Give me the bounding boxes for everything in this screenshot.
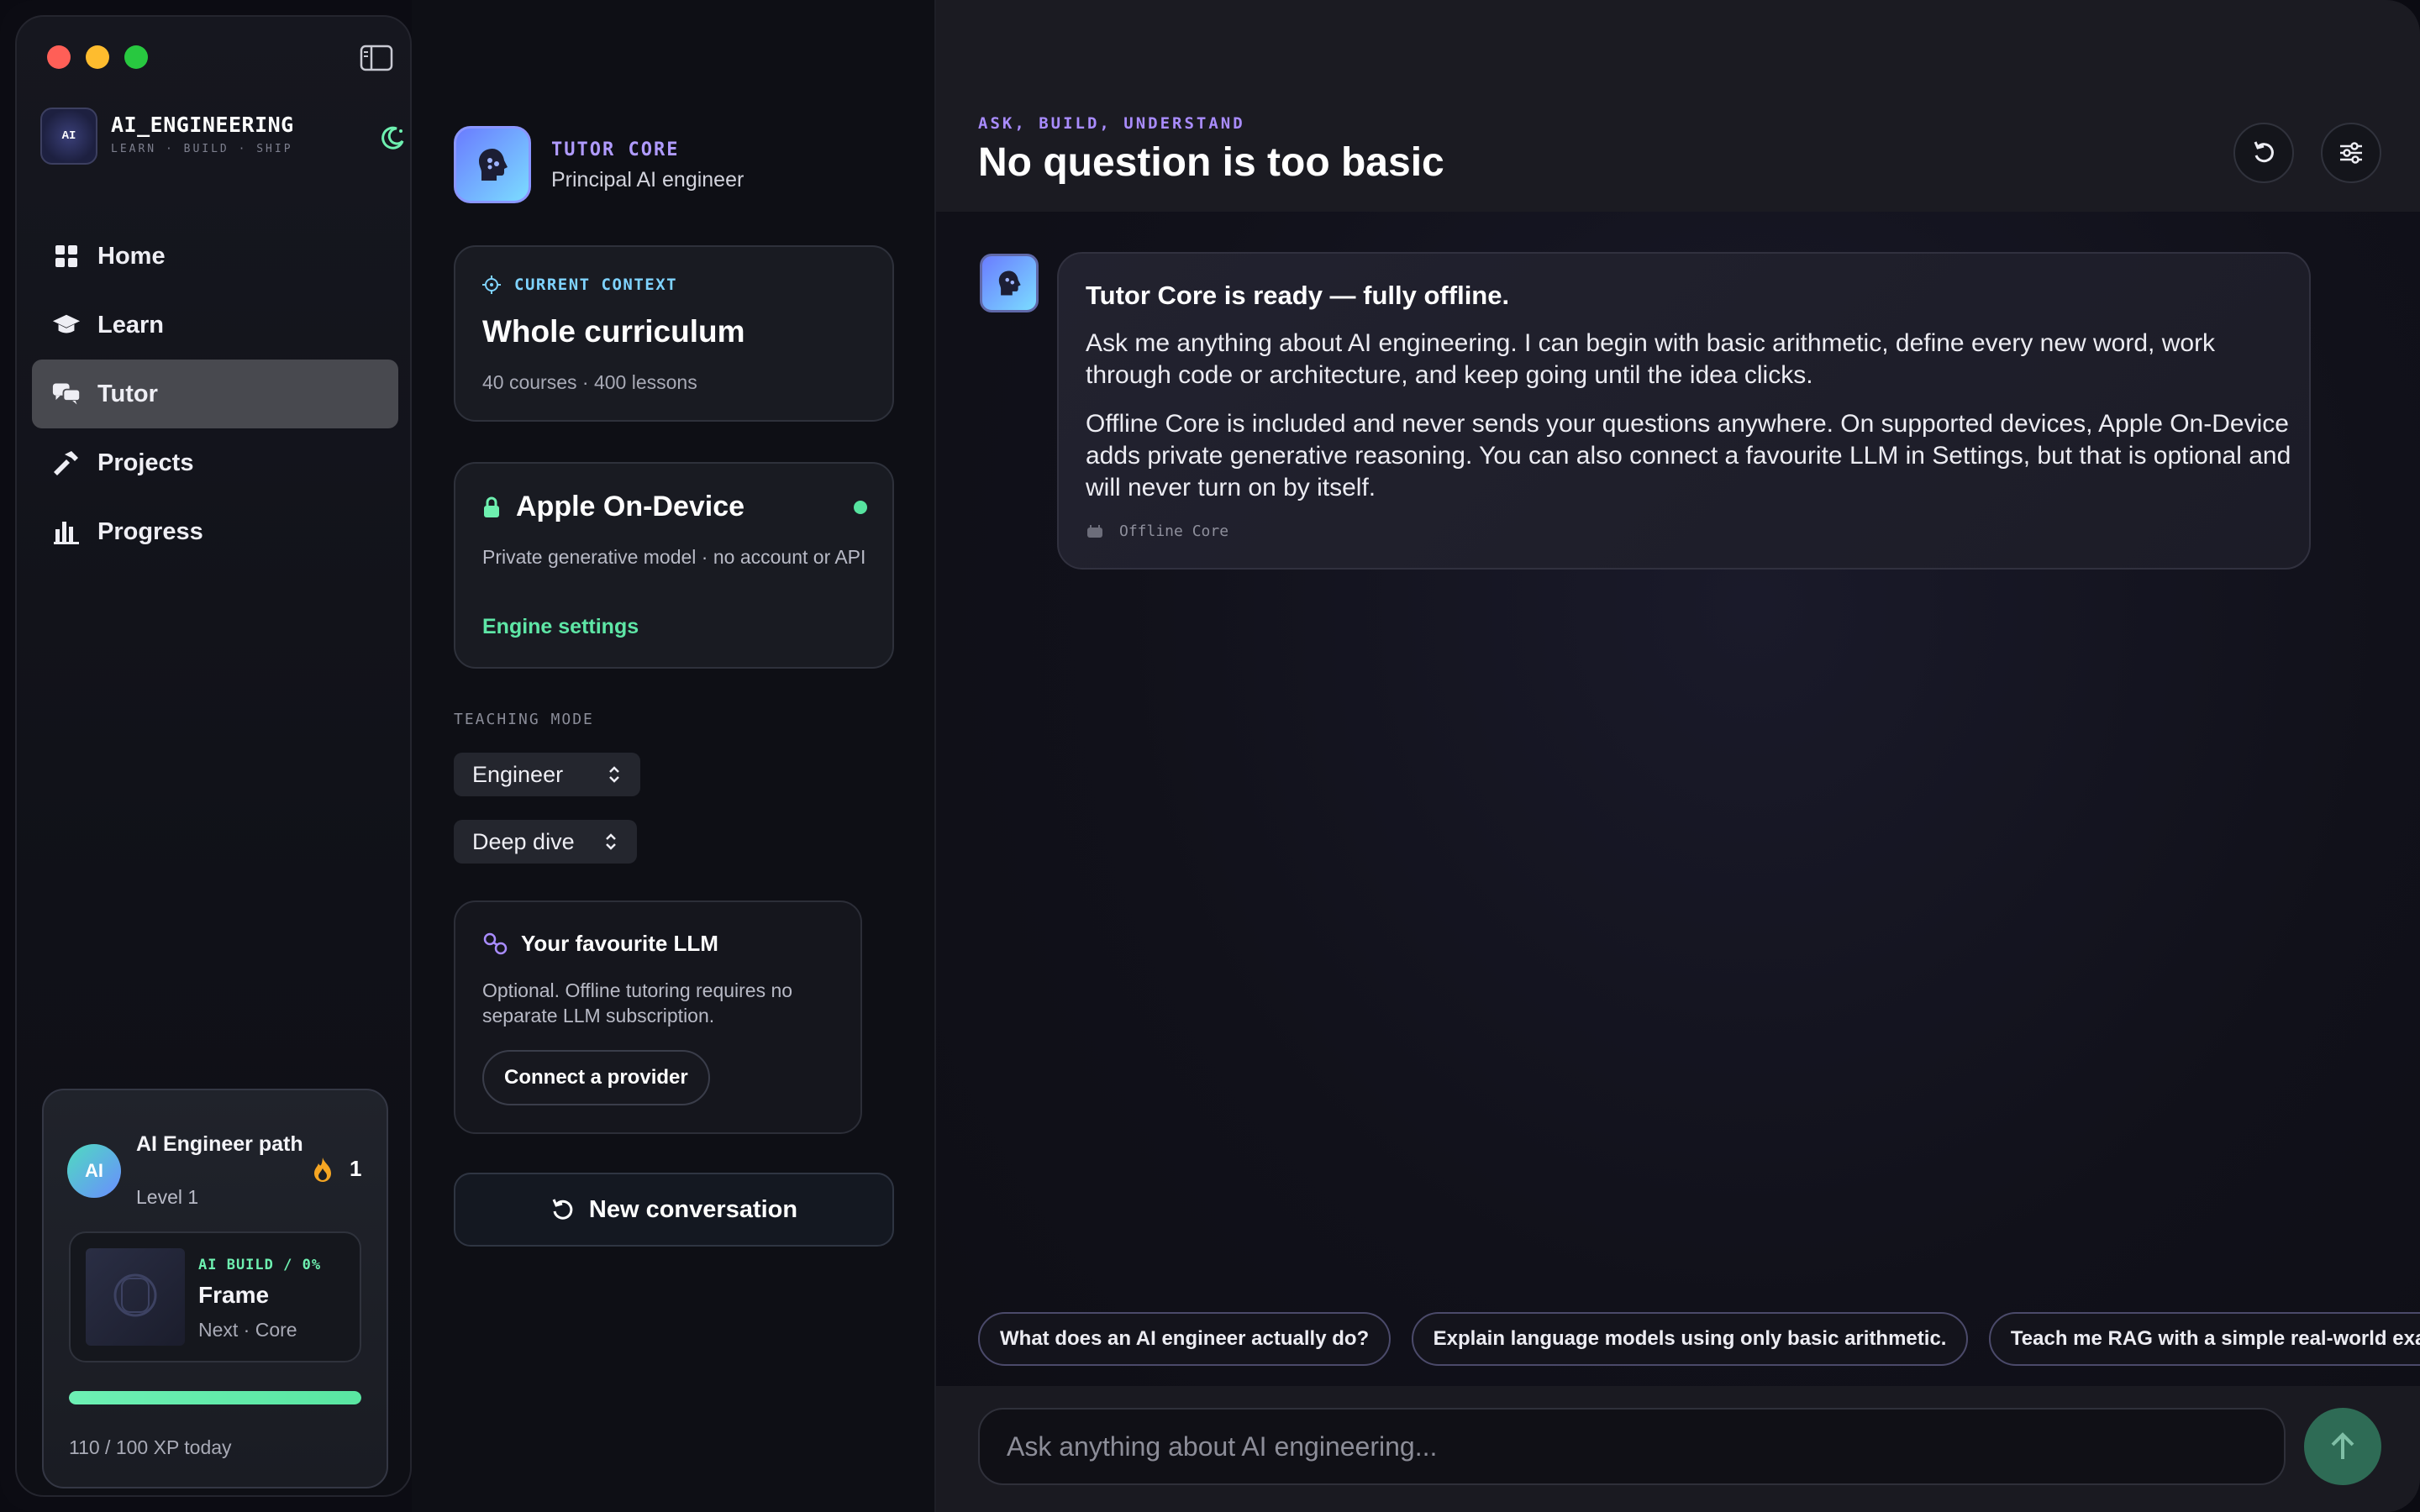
suggestion-chip[interactable]: Explain language models using only basic… <box>1411 1312 1969 1366</box>
chip-icon <box>1087 524 1102 538</box>
zoom-window-button[interactable] <box>124 45 148 69</box>
chat-area: ASK, BUILD, UNDERSTAND No question is to… <box>934 0 2420 1512</box>
llm-title: Your favourite LLM <box>482 931 718 957</box>
message-paragraph: Ask me anything about AI engineering. I … <box>1086 329 2216 389</box>
message-source: Offline Core <box>1086 522 1228 540</box>
context-kicker: CURRENT CONTEXT <box>482 276 677 294</box>
sidebar-item-label: Tutor <box>97 380 158 407</box>
suggestion-chip[interactable]: What does an AI engineer actually do? <box>978 1312 1392 1366</box>
new-conversation-button[interactable]: New conversation <box>454 1173 894 1247</box>
teaching-mode-select[interactable]: Engineer <box>454 753 640 796</box>
message-source-label: Offline Core <box>1119 522 1229 540</box>
tutor-kicker: TUTOR CORE <box>551 139 680 160</box>
reset-icon <box>2254 141 2274 163</box>
sidebar: AI AI_ENGINEERING LEARN · BUILD · SHIP H… <box>15 15 412 1497</box>
depth-select[interactable]: Deep dive <box>454 820 637 864</box>
chat-header: ASK, BUILD, UNDERSTAND No question is to… <box>936 0 2420 212</box>
path-level: Level 1 <box>136 1186 199 1208</box>
message-title: Tutor Core is ready — fully offline. <box>1086 281 1510 310</box>
path-title: AI Engineer path <box>136 1132 303 1156</box>
progress-card[interactable]: AI AI Engineer path Level 1 1 AI BUILD /… <box>42 1089 388 1488</box>
hammer-icon <box>52 449 81 477</box>
avatar: AI <box>67 1144 121 1198</box>
message-input[interactable]: Ask anything about AI engineering... <box>978 1408 2286 1485</box>
tutor-role: Principal AI engineer <box>551 168 744 192</box>
engine-title: Apple On-Device <box>482 491 744 523</box>
brand-logo: AI <box>40 108 97 165</box>
llm-title-label: Your favourite LLM <box>521 931 718 956</box>
teaching-mode-label: TEACHING MODE <box>454 711 594 728</box>
streak-count: 1 <box>350 1156 362 1181</box>
moon-icon[interactable] <box>380 124 407 151</box>
engine-title-label: Apple On-Device <box>516 491 745 522</box>
sidebar-item-projects[interactable]: Projects <box>32 428 398 497</box>
xp-progress-bar <box>69 1391 361 1404</box>
sidebar-item-home[interactable]: Home <box>32 222 398 291</box>
sidebar-item-label: Learn <box>97 311 164 339</box>
target-icon <box>482 276 501 294</box>
chevron-updown-icon <box>606 833 616 850</box>
bar-chart-icon <box>52 517 81 546</box>
favourite-llm-card: Your favourite LLM Optional. Offline tut… <box>454 900 862 1134</box>
next-lesson-card[interactable]: AI BUILD / 0% Frame Next · Core <box>69 1231 361 1362</box>
brand-tagline: LEARN · BUILD · SHIP <box>111 143 293 155</box>
sidebar-item-tutor[interactable]: Tutor <box>32 360 398 428</box>
sidebar-item-label: Projects <box>97 449 194 476</box>
chat-title: No question is too basic <box>978 140 1444 185</box>
flame-icon <box>311 1156 334 1183</box>
context-kicker-label: CURRENT CONTEXT <box>514 276 678 294</box>
context-title: Whole curriculum <box>482 314 745 349</box>
brand-name: AI_ENGINEERING <box>111 113 294 137</box>
chat-bubbles-icon <box>52 380 81 408</box>
llm-description: Optional. Offline tutoring requires no s… <box>482 979 793 1026</box>
teaching-mode-value: Engineer <box>472 761 564 787</box>
current-context-card[interactable]: CURRENT CONTEXT Whole curriculum 40 cour… <box>454 245 894 422</box>
sidebar-item-progress[interactable]: Progress <box>32 497 398 566</box>
app-window: AI AI_ENGINEERING LEARN · BUILD · SHIP H… <box>0 0 2420 1512</box>
minimize-window-button[interactable] <box>86 45 109 69</box>
engine-card: Apple On-Device Private generative model… <box>454 462 894 669</box>
new-conversation-label: New conversation <box>588 1195 798 1223</box>
message-paragraph: Offline Core is included and never sends… <box>1086 410 2291 501</box>
sidebar-item-learn[interactable]: Learn <box>32 291 398 360</box>
brain-icon <box>454 126 531 203</box>
next-lesson-title: Frame <box>198 1282 270 1308</box>
engine-description: Private generative model · no account or… <box>482 546 866 568</box>
context-subtitle: 40 courses · 400 lessons <box>482 371 697 393</box>
lesson-thumbnail <box>86 1248 185 1346</box>
graduation-cap-icon <box>52 311 81 339</box>
send-button[interactable] <box>2304 1408 2381 1485</box>
chat-kicker: ASK, BUILD, UNDERSTAND <box>978 114 1245 133</box>
next-lesson-subtitle: Next · Core <box>198 1319 297 1341</box>
sidebar-item-label: Home <box>97 242 166 270</box>
sliders-icon <box>2340 142 2362 164</box>
engine-status-dot <box>854 501 867 514</box>
close-window-button[interactable] <box>47 45 71 69</box>
tutor-avatar-icon <box>980 254 1039 312</box>
chevron-updown-icon <box>609 766 619 783</box>
chat-settings-button[interactable] <box>2321 123 2381 183</box>
tutor-message: Tutor Core is ready — fully offline. Ask… <box>1057 252 2311 570</box>
grid-icon <box>52 242 81 270</box>
suggestion-chips: What does an AI engineer actually do? Ex… <box>978 1312 2420 1366</box>
reset-chat-button[interactable] <box>2233 123 2294 183</box>
sidebar-toggle-icon[interactable] <box>360 44 393 72</box>
depth-value: Deep dive <box>472 828 575 854</box>
sidebar-nav: Home Learn Tutor Projects Progress <box>32 222 398 566</box>
arrow-up-icon <box>2331 1432 2354 1459</box>
connect-provider-button[interactable]: Connect a provider <box>482 1050 710 1105</box>
next-lesson-tag: AI BUILD / 0% <box>198 1257 322 1273</box>
tutor-panel: TUTOR CORE Principal AI engineer CURRENT… <box>412 0 934 1512</box>
model-link-icon <box>483 932 508 954</box>
sidebar-item-label: Progress <box>97 517 203 545</box>
lock-icon <box>484 496 499 517</box>
xp-progress-fill <box>69 1391 361 1404</box>
brand: AI AI_ENGINEERING LEARN · BUILD · SHIP <box>40 108 404 168</box>
engine-settings-link[interactable]: Engine settings <box>482 615 639 639</box>
refresh-icon <box>552 1199 573 1220</box>
suggestion-chip[interactable]: Teach me RAG with a simple real-world ex… <box>1988 1312 2420 1366</box>
xp-label: 110 / 100 XP today <box>69 1436 232 1458</box>
